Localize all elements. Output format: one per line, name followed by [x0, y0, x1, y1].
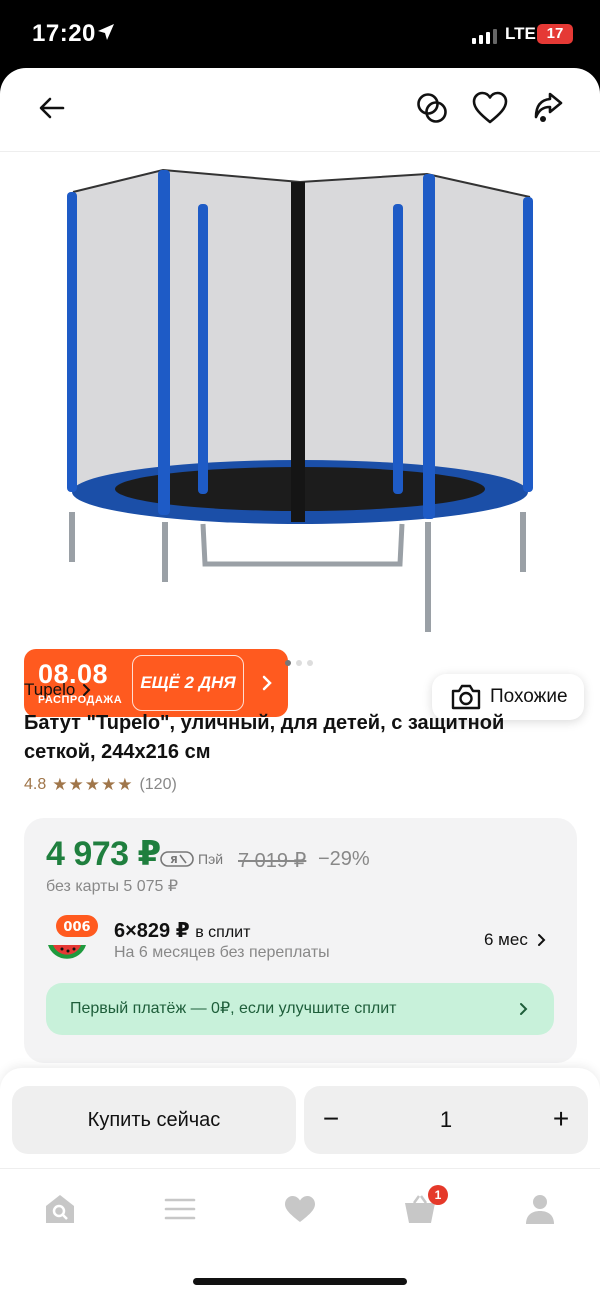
- home-indicator: [193, 1278, 407, 1285]
- price-card: 4 973 ₽ Я Пэй 7 019 ₽ −29% без карты 5 0…: [24, 818, 577, 1063]
- price-without-card: без карты 5 075 ₽: [46, 878, 179, 895]
- profile-icon: [526, 1195, 554, 1224]
- pagination-dot: [285, 660, 291, 666]
- gallery-pagination: [285, 660, 313, 666]
- compare-button[interactable]: [410, 86, 454, 130]
- status-bar: 17:20 LTE 17: [0, 0, 600, 68]
- split-term-label: 6 мес: [484, 930, 528, 949]
- split-logo-icon: 006: [48, 915, 98, 959]
- purchase-bar: Купить сейчас − 1 +: [0, 1068, 600, 1168]
- tab-home[interactable]: [40, 1189, 80, 1229]
- compare-rings-icon: [417, 93, 447, 123]
- split-subtitle: На 6 месяцев без переплаты: [114, 944, 330, 961]
- product-gallery[interactable]: 08.08 РАСПРОДАЖА ЕЩЁ 2 ДНЯ Похожие: [0, 152, 600, 720]
- arrow-left-icon: [39, 97, 65, 119]
- buy-now-button[interactable]: Купить сейчас: [12, 1086, 296, 1154]
- camera-search-icon: [451, 684, 481, 710]
- location-arrow-icon: [96, 22, 116, 47]
- pay-label: Пэй: [198, 851, 224, 867]
- cart-badge: 1: [428, 1185, 448, 1205]
- old-price: 7 019 ₽: [238, 850, 307, 872]
- brand-link[interactable]: Tupelo: [24, 680, 91, 700]
- rating-value: 4.8: [24, 776, 47, 793]
- quantity-value: 1: [439, 1107, 453, 1132]
- tab-profile[interactable]: [520, 1189, 560, 1229]
- current-price: 4 973 ₽: [46, 835, 161, 873]
- battery-icon: 17: [537, 24, 573, 44]
- favorite-button[interactable]: [468, 86, 512, 130]
- pagination-dot: [307, 660, 313, 666]
- star-rating-icon: ★★★★★: [52, 775, 134, 794]
- split-logo-badge: 006: [63, 920, 90, 935]
- chevron-right-icon: [83, 684, 91, 696]
- tab-catalog[interactable]: [160, 1189, 200, 1229]
- split-amount: 6×829 ₽: [114, 920, 190, 942]
- tab-favorites[interactable]: [280, 1189, 320, 1229]
- trampoline-image: [67, 168, 533, 632]
- tab-bar: 1: [0, 1168, 600, 1297]
- product-sheet: 08.08 РАСПРОДАЖА ЕЩЁ 2 ДНЯ Похожие Tupel…: [0, 68, 600, 1297]
- screen: 17:20 LTE 17 08.08 РАСПРОДАЖА ЕЩЁ 2 ДНЯ …: [0, 0, 600, 1297]
- product-title: Батут "Tupelo", уличный, для детей, с за…: [24, 712, 505, 763]
- menu-icon: [164, 1198, 196, 1220]
- rating-row[interactable]: 4.8 ★★★★★ (120): [24, 775, 177, 795]
- chevron-right-icon: [537, 934, 546, 946]
- split-suffix: в сплит: [195, 924, 251, 941]
- chevron-right-icon: [520, 1003, 528, 1015]
- signal-icon: [472, 26, 497, 44]
- share-icon: [534, 92, 563, 122]
- heart-icon: [285, 1196, 315, 1222]
- back-button[interactable]: [30, 86, 74, 130]
- share-button[interactable]: [526, 86, 570, 130]
- split-amount-row: 6×829 ₽ в сплит: [114, 918, 250, 943]
- svg-text:Я: Я: [170, 855, 178, 866]
- top-bar: [0, 68, 600, 152]
- heart-icon: [472, 91, 508, 124]
- split-term-selector[interactable]: 6 мес: [484, 930, 546, 950]
- yandex-pay-icon: Я: [160, 851, 194, 867]
- network-type: LTE: [505, 24, 536, 43]
- discount-percent: −29%: [318, 848, 370, 870]
- similar-label: Похожие: [490, 686, 568, 707]
- chevron-right-icon: [260, 671, 274, 700]
- quantity-stepper: − 1 +: [304, 1086, 588, 1154]
- status-time: 17:20: [32, 20, 96, 47]
- pay-badge: Я Пэй: [160, 850, 223, 868]
- first-payment-text: Первый платёж — 0₽, если улучшите сплит: [70, 1000, 397, 1017]
- reviews-count: (120): [139, 776, 177, 793]
- first-payment-banner[interactable]: Первый платёж — 0₽, если улучшите сплит: [46, 983, 554, 1035]
- home-search-icon: [46, 1195, 74, 1223]
- pagination-dot: [296, 660, 302, 666]
- decrease-quantity-button[interactable]: −: [304, 1086, 358, 1154]
- promo-days-left: ЕЩЁ 2 ДНЯ: [132, 655, 244, 711]
- brand-name: Tupelo: [24, 680, 76, 699]
- increase-quantity-button[interactable]: +: [534, 1086, 588, 1154]
